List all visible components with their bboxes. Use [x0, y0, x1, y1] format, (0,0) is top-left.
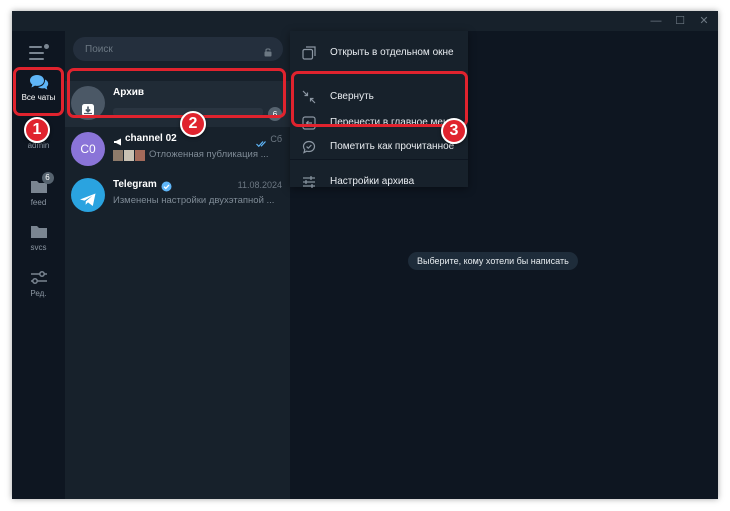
folder-svcs[interactable]: svcs: [12, 223, 65, 252]
chat-row-telegram[interactable]: Telegram 11.08.2024 Изменены настройки д…: [65, 173, 290, 219]
menu-item-mark-read[interactable]: Пометить как прочитанное: [290, 135, 468, 159]
search-box: [73, 37, 283, 61]
chat-row-channel[interactable]: C0 channel 02 Сб Отложенная публикация .…: [65, 127, 290, 173]
menu-item-label: Настройки архива: [330, 176, 415, 187]
step-marker-3: 3: [441, 118, 467, 144]
chat-time: 11.08.2024: [237, 180, 282, 190]
settings-sliders-icon: [302, 175, 316, 189]
minimize-button[interactable]: —: [648, 13, 664, 29]
title-bar: — ☐ ✕: [12, 11, 718, 31]
highlight-menu-options: [291, 71, 468, 127]
megaphone-icon: [113, 134, 123, 146]
telegram-logo-icon: [79, 187, 97, 206]
verified-badge-icon: [161, 179, 172, 192]
empty-state-message: Выберите, кому хотели бы написать: [408, 252, 578, 270]
close-button[interactable]: ✕: [696, 13, 712, 29]
media-thumbnails: [113, 150, 145, 161]
open-window-icon: [302, 46, 316, 60]
main-menu-button[interactable]: [29, 44, 49, 61]
unread-badge: 6: [41, 172, 54, 184]
read-check-icon: [302, 140, 316, 154]
search-input[interactable]: [85, 37, 255, 61]
maximize-button[interactable]: ☐: [672, 13, 688, 29]
menu-item-open-window[interactable]: Открыть в отдельном окне: [290, 41, 468, 65]
menu-item-label: Открыть в отдельном окне: [330, 47, 454, 58]
telegram-avatar: [71, 178, 105, 212]
folder-icon: [29, 223, 49, 241]
folder-label: svcs: [30, 243, 47, 252]
folder-label: Ред.: [30, 289, 47, 298]
chat-time: Сб: [270, 134, 282, 144]
folder-icon: 6: [29, 172, 54, 196]
chat-title: Telegram: [113, 179, 157, 190]
lock-icon[interactable]: [263, 44, 273, 57]
menu-item-archive-settings[interactable]: Настройки архива: [290, 170, 468, 194]
chat-preview: Отложенная публикация ...: [149, 149, 269, 160]
folder-label: feed: [30, 198, 47, 207]
chat-preview: Изменены настройки двухэтапной ...: [113, 195, 275, 206]
chat-title: channel 02: [125, 133, 177, 144]
double-check-icon: [256, 135, 268, 148]
highlight-all-chats: [13, 67, 64, 116]
avatar: C0: [71, 132, 105, 166]
menu-item-label: Пометить как прочитанное: [330, 141, 455, 152]
highlight-archive-row: [67, 68, 286, 118]
menu-divider: [290, 159, 468, 160]
folder-feed[interactable]: 6 feed: [12, 172, 65, 207]
sliders-icon: [29, 269, 49, 287]
step-marker-2: 2: [180, 111, 206, 137]
step-marker-1: 1: [24, 117, 50, 143]
notification-dot-icon: [44, 44, 49, 49]
folder-edit[interactable]: Ред.: [12, 269, 65, 298]
